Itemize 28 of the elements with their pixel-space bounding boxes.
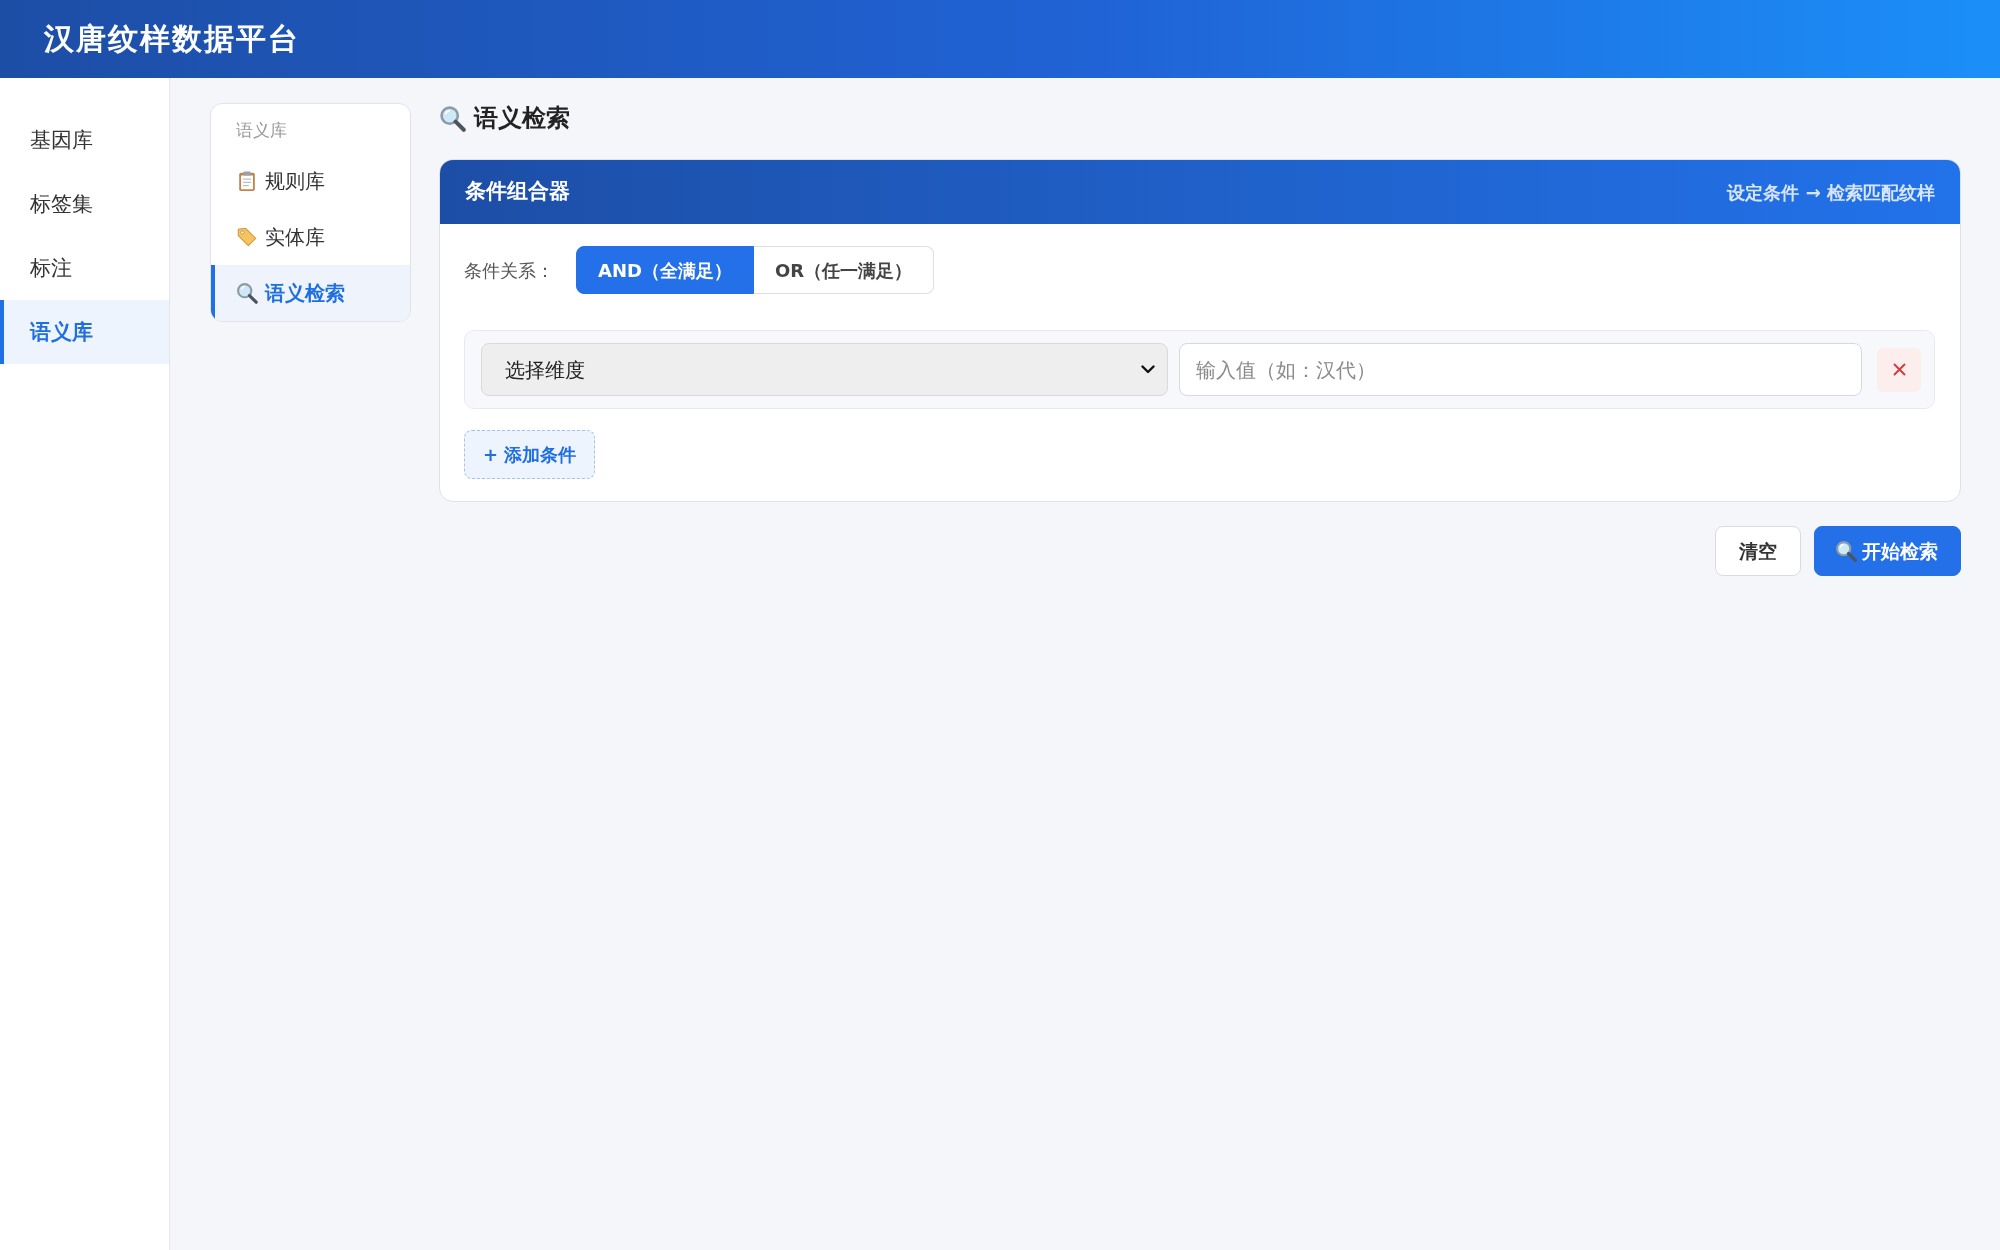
subnav-item[interactable]: 语义检索 (211, 265, 410, 321)
sidebar-item[interactable]: 标签集 (0, 172, 169, 236)
delete-condition-button[interactable] (1877, 347, 1921, 392)
search-icon (439, 104, 466, 132)
subnav-item[interactable]: 规则库 (211, 153, 410, 209)
panel-title: 条件组合器 (465, 178, 570, 206)
dimension-select[interactable]: 选择维度 (481, 343, 1168, 396)
page-title: 语义检索 (474, 103, 570, 133)
search-button[interactable]: 开始检索 (1814, 526, 1961, 576)
value-input[interactable]: 输入值（如：汉代） (1178, 343, 1862, 396)
app-title: 汉唐纹样数据平台 (44, 21, 300, 57)
add-condition-button[interactable]: + 添加条件 (464, 430, 596, 479)
sidebar-item[interactable]: 标注 (0, 236, 169, 300)
search-icon (236, 282, 258, 304)
search-icon (1835, 540, 1857, 562)
relation-toggle-button[interactable]: AND（全满足） (576, 246, 754, 294)
close-icon (1892, 363, 1906, 376)
sidebar-item[interactable]: 基因库 (0, 108, 169, 172)
panel-hint: 设定条件 → 检索匹配纹样 (1727, 180, 1935, 205)
relation-toggle-button[interactable]: OR（任一满足） (753, 246, 935, 294)
clear-button[interactable]: 清空 (1715, 526, 1801, 576)
subnav-heading: 语义库 (235, 119, 288, 142)
subnav-item[interactable]: 实体库 (211, 209, 410, 265)
chevron-down-icon (1140, 365, 1155, 374)
clipboard-icon (236, 170, 258, 192)
tag-icon (236, 226, 258, 248)
relation-label: 条件关系： (464, 258, 554, 283)
sidebar-item[interactable]: 语义库 (0, 300, 169, 364)
